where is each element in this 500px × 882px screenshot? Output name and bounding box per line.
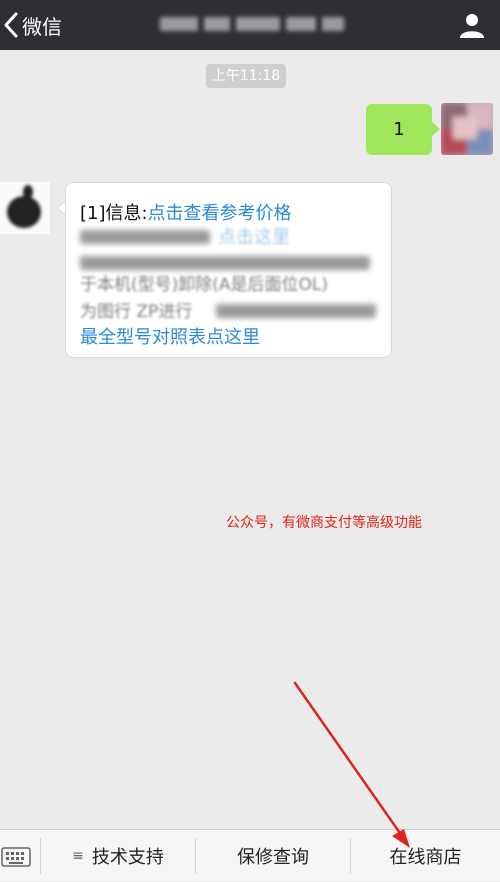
back-button[interactable]: 微信 [2,8,62,42]
sent-message-text: 1 [393,119,405,140]
menu-warranty-check-label: 保修查询 [237,847,309,868]
avatar-image-blurred [441,103,493,155]
blurred-text [80,230,210,244]
user-icon [460,14,484,38]
reply-line-1: [1]信息:点击查看参考价格 [80,199,292,225]
keyboard-icon [1,847,31,867]
message-timestamp: 上午11:18 [206,64,286,88]
custom-menu-bar: ≡ 技术支持 保修查询 在线商店 [0,829,500,881]
reply-prefix: [1]信息: [80,203,148,224]
blurred-text [80,256,370,270]
menu-tech-support[interactable]: ≡ 技术支持 [41,830,195,882]
reply-line-5: 为图行 ZP进行 [80,302,193,322]
menu-tech-support-label: 技术支持 [91,847,164,868]
nav-bar: 微信 [0,0,500,50]
reply-line-6: 最全型号对照表点这里 [80,323,260,349]
menu-online-store[interactable]: 在线商店 [351,830,500,882]
official-account-avatar[interactable] [0,182,50,234]
apple-logo-icon [7,185,41,228]
back-label: 微信 [22,14,62,39]
blurred-text [216,304,376,318]
keyboard-toggle-button[interactable] [0,838,34,874]
annotation-text: 公众号，有微商支付等高级功能 [226,515,422,531]
reply-line-4: 于本机(型号)卸除(A是后面位OL) [80,275,329,295]
menu-lines-icon: ≡ [72,848,84,864]
chevron-left-icon [4,12,18,38]
reply-line-2-link[interactable]: 点击这里 [218,223,290,249]
price-link[interactable]: 点击查看参考价格 [148,203,292,224]
chat-title-blurred [160,13,355,35]
sent-message-bubble[interactable]: 1 [366,104,432,155]
sent-bubble-tail [431,121,440,137]
my-avatar[interactable] [441,103,493,155]
reply-message-bubble: [1]信息:点击查看参考价格 点击这里 于本机(型号)卸除(A是后面位OL) 为… [65,182,392,358]
arrow-shaft [293,681,404,838]
menu-online-store-label: 在线商店 [389,847,462,868]
profile-button[interactable] [458,11,486,39]
model-table-link[interactable]: 最全型号对照表点这里 [80,327,260,348]
menu-warranty-check[interactable]: 保修查询 [196,830,350,882]
